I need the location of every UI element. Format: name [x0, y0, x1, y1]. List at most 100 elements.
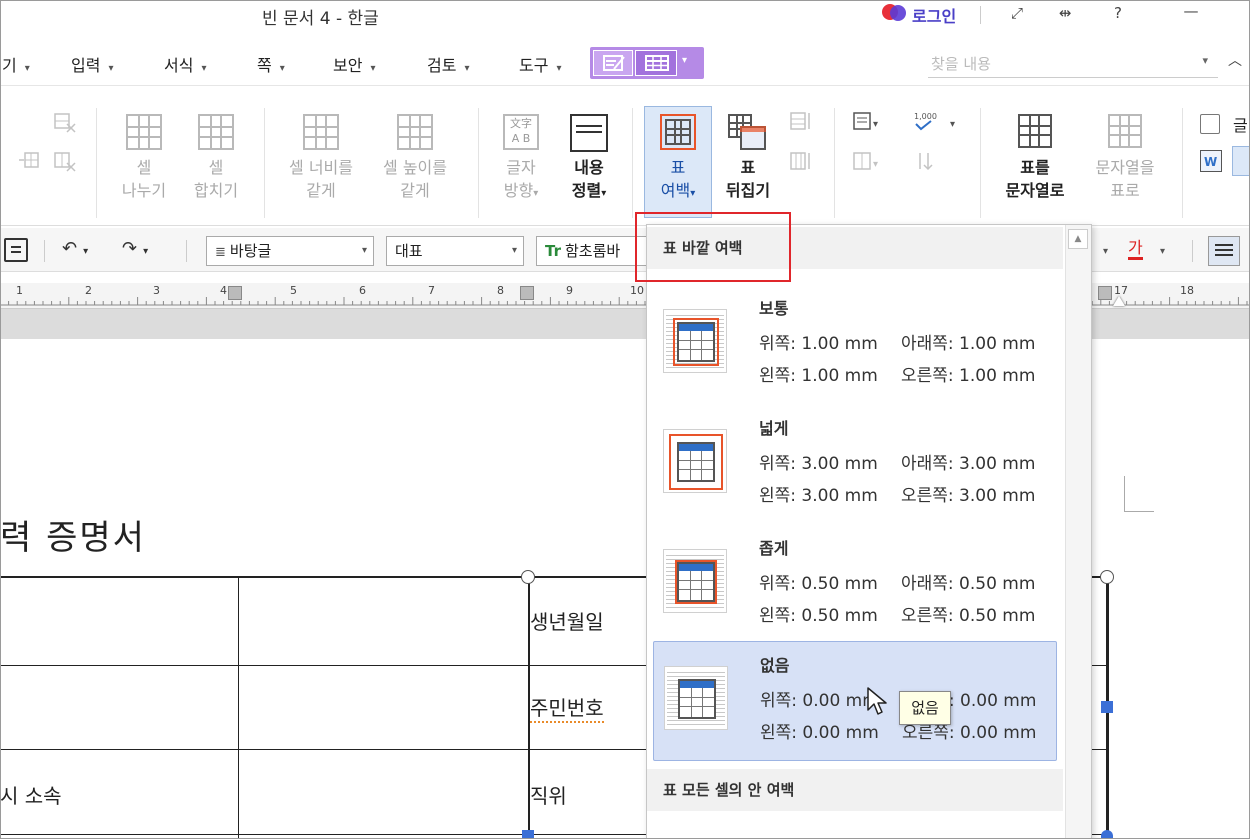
button-label: 내용 [574, 158, 604, 177]
table-flip-button[interactable]: 표 뒤집기 [716, 114, 780, 202]
option-bottom-margin: 아래쪽: 1.00 mm [901, 334, 1036, 354]
chevron-down-icon[interactable]: ▾ [1202, 54, 1208, 67]
highlight-box [635, 212, 791, 282]
content-align-button[interactable]: 내용 정렬▾ [558, 114, 620, 205]
font-name-value: 함초롬바 [564, 242, 621, 260]
ruler-number: 18 [1180, 284, 1194, 297]
font-name-select[interactable]: Tr 함초롬바 [536, 236, 646, 266]
font-language-select[interactable]: 대표 ▾ [386, 236, 524, 266]
menu-item-format[interactable]: 서식 ▾ [164, 52, 206, 76]
table-to-text-button[interactable]: 표를 문자열로 [992, 114, 1078, 202]
login-button[interactable]: 로그인 [912, 3, 956, 27]
column-marker-icon[interactable] [520, 286, 534, 300]
button-label: 셀 [136, 158, 152, 177]
scrollbar[interactable]: ▲ [1065, 225, 1091, 838]
option-title: 없음 [760, 656, 790, 675]
document-icon[interactable] [4, 238, 28, 262]
resize-handle-icon[interactable] [522, 830, 534, 839]
resize-handle-icon[interactable] [1101, 830, 1113, 839]
chevron-down-icon[interactable]: ▾ [1103, 246, 1108, 257]
option-left-margin: 왼쪽: 3.00 mm [759, 486, 878, 506]
chevron-down-icon[interactable]: ▾ [1160, 246, 1165, 257]
divider [96, 108, 97, 218]
cell-block-icon[interactable]: ▾ [852, 150, 882, 174]
svg-text:▾: ▾ [873, 159, 878, 170]
margin-normal-icon [663, 309, 727, 373]
chevron-down-icon[interactable]: ▾ [682, 55, 687, 66]
resize-icon[interactable]: ⇹ [1054, 2, 1076, 24]
menu-item-input[interactable]: 입력 ▾ [71, 52, 113, 76]
minimize-icon[interactable]: — [1180, 0, 1202, 22]
column-marker-icon[interactable] [228, 286, 242, 300]
button-label: 표 [670, 158, 686, 177]
delete-row-icon[interactable] [52, 111, 78, 135]
sort-icon[interactable] [912, 150, 942, 174]
search-input[interactable]: 찾을 내용 ▾ [928, 48, 1218, 78]
checkbox[interactable] [1200, 114, 1220, 134]
menu-item-review[interactable]: 검토 ▾ [427, 52, 469, 76]
distribute-rows-icon[interactable] [788, 110, 814, 134]
style-value: 바탕글 [229, 242, 272, 260]
option-normal[interactable]: 보통 위쪽: 1.00 mm 아래쪽: 1.00 mm 왼쪽: 1.00 mm … [653, 285, 1057, 407]
number-format-icon[interactable]: 1,000 ▾ [912, 110, 962, 134]
table-layout-tab-icon[interactable] [635, 50, 677, 76]
help-icon[interactable]: ? [1107, 2, 1129, 24]
option-right-margin: 오른쪽: 3.00 mm [901, 486, 1036, 506]
redo-icon[interactable]: ↷ ▾ [122, 238, 148, 259]
collapse-ribbon-icon[interactable]: ︿ [1228, 50, 1242, 70]
option-narrow[interactable]: 좁게 위쪽: 0.50 mm 아래쪽: 0.50 mm 왼쪽: 0.50 mm … [653, 525, 1057, 647]
delete-column-icon[interactable] [52, 150, 78, 174]
text-direction-button[interactable]: 文字 A B 글자 방향▾ [492, 114, 550, 205]
divider [980, 108, 981, 218]
document-title[interactable]: 력 증명서 [0, 510, 146, 559]
menu-label: 기 [2, 56, 17, 75]
merge-cell-button[interactable]: 셀 합치기 [184, 114, 248, 202]
font-color-button[interactable]: 가 [1128, 239, 1143, 260]
align-justify-icon[interactable] [1208, 236, 1240, 266]
table-handle-icon[interactable] [521, 570, 535, 584]
button-label: 표로 [1110, 181, 1140, 200]
option-none[interactable]: 없음 위쪽: 0.00 mm 아래쪽: 0.00 mm 왼쪽: 0.00 mm … [653, 641, 1057, 761]
menu-item-tools[interactable]: 도구 ▾ [519, 52, 561, 76]
indent-marker-icon[interactable] [1113, 296, 1125, 306]
equal-height-button[interactable]: 셀 높이를 같게 [372, 114, 458, 202]
menu-label: 보안 [333, 56, 363, 75]
undo-icon[interactable]: ↶ ▾ [62, 238, 88, 259]
button-label-with-caret: 정렬▾ [571, 181, 607, 200]
menu-item-cut[interactable]: 기 ▾ [2, 52, 30, 76]
font-language-value: 대표 [395, 242, 423, 260]
menu-item-security[interactable]: 보안 ▾ [333, 52, 375, 76]
cell-position[interactable]: 직위 [530, 780, 567, 809]
option-wide[interactable]: 넓게 위쪽: 3.00 mm 아래쪽: 3.00 mm 왼쪽: 3.00 mm … [653, 405, 1057, 527]
split-cell-button[interactable]: 셀 나누기 [112, 114, 176, 202]
margin-wide-icon [663, 429, 727, 493]
table-handle-icon[interactable] [1100, 570, 1114, 584]
divider [1192, 240, 1193, 262]
option-top-margin: 위쪽: 3.00 mm [759, 454, 878, 474]
option-right-margin: 오른쪽: 0.50 mm [901, 606, 1036, 626]
cell-resident-number[interactable]: 주민번호 [530, 692, 604, 723]
margin-none-icon [664, 666, 728, 730]
cell-birthdate[interactable]: 생년월일 [530, 606, 604, 635]
option-title: 넓게 [759, 419, 789, 438]
distribute-columns-icon[interactable] [788, 150, 814, 174]
option-right-margin: 오른쪽: 1.00 mm [901, 366, 1036, 386]
column-marker-icon[interactable] [1098, 286, 1112, 300]
equal-width-button[interactable]: 셀 너비를 같게 [278, 114, 364, 202]
word-icon[interactable]: W [1200, 150, 1222, 172]
resize-handle-icon[interactable] [1101, 701, 1113, 713]
fullscreen-icon[interactable]: ⤢ [1006, 2, 1028, 24]
insert-column-icon[interactable] [18, 150, 40, 170]
divider [264, 108, 265, 218]
option-title: 좁게 [759, 539, 789, 558]
table-design-tab-icon[interactable] [593, 50, 633, 76]
style-select[interactable]: ≣ 바탕글 ▾ [206, 236, 374, 266]
scroll-up-icon[interactable]: ▲ [1068, 229, 1088, 249]
cell-properties-icon[interactable]: ▾ [852, 110, 882, 134]
cutoff-active-icon[interactable] [1232, 146, 1250, 176]
text-to-table-button[interactable]: 문자열을 표로 [1082, 114, 1168, 202]
table-margin-button[interactable]: 표 여백▾ [644, 114, 712, 205]
menu-item-page[interactable]: 쪽 ▾ [257, 52, 285, 76]
cell-affiliation[interactable]: 시 소속 [0, 780, 62, 809]
ruler-number: 4 [220, 284, 227, 297]
